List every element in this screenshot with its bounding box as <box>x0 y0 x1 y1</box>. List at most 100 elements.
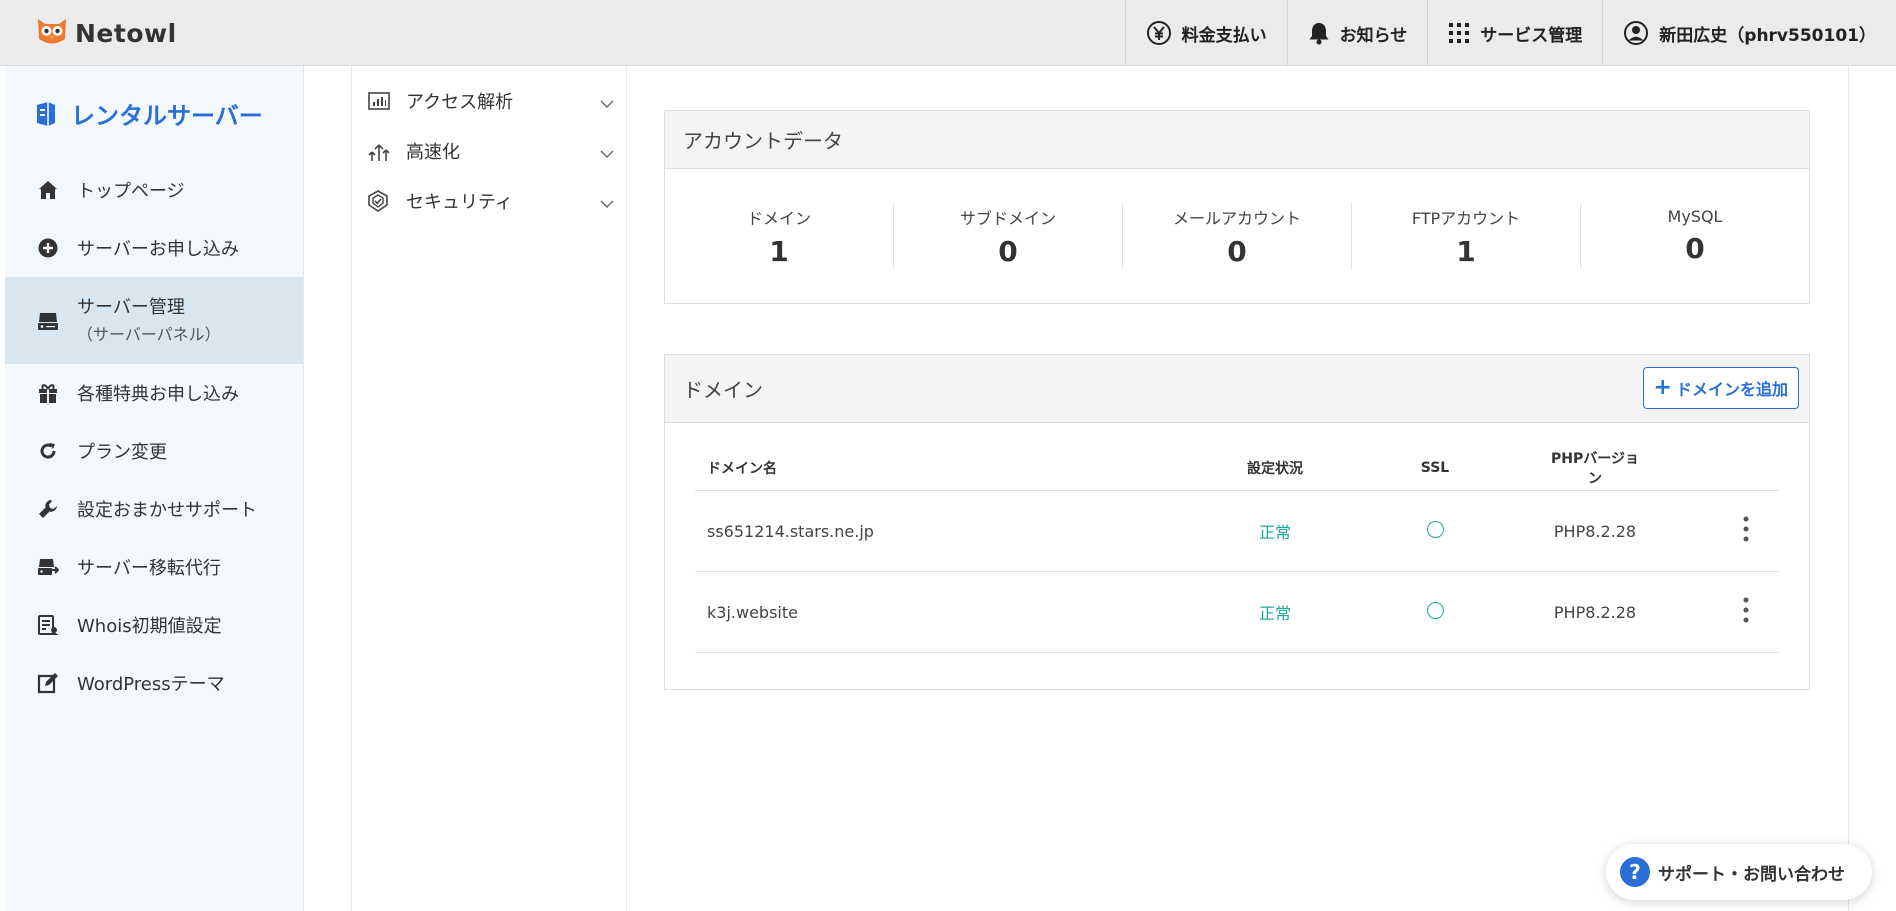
sidebar-item-server-apply[interactable]: サーバーお申し込み <box>5 219 303 277</box>
account-data-title: アカウントデータ <box>665 111 1809 169</box>
wrench-icon <box>37 498 59 520</box>
edit-icon <box>37 672 59 694</box>
stat-mysql: MySQL 0 <box>1581 203 1809 269</box>
sidebar-item-server-transfer[interactable]: サーバー移転代行 <box>5 538 303 596</box>
domain-card: ドメイン + ドメインを追加 ドメイン名 設定状況 SSL PHPバージョン s… <box>664 354 1810 690</box>
domain-card-title: ドメイン <box>683 378 763 402</box>
subnav-item-security[interactable]: セキュリティ <box>352 176 626 226</box>
domain-name[interactable]: ss651214.stars.ne.jp <box>695 522 1225 541</box>
user-menu[interactable]: 新田広史（phrv550101） <box>1602 0 1896 66</box>
subnav-item-access-analysis[interactable]: アクセス解析 <box>352 76 626 126</box>
stat-ftp-account: FTPアカウント 1 <box>1352 203 1581 269</box>
stat-value: 1 <box>1456 234 1476 268</box>
col-php: PHPバージョン <box>1551 450 1639 487</box>
sidebar-item-label: サーバーお申し込み <box>77 239 239 260</box>
plus-circle-icon <box>37 237 59 259</box>
php-version: PHP8.2.28 <box>1553 602 1637 622</box>
sidebar-item-label: 各種特典お申し込み <box>77 384 239 405</box>
question-icon: ? <box>1620 857 1650 887</box>
plus-icon: + <box>1653 375 1672 400</box>
sidebar-item-label: プラン変更 <box>77 442 167 463</box>
stat-label: メールアカウント <box>1172 208 1301 228</box>
sidebar-item-label: サーバー管理 <box>77 296 185 318</box>
sidebar-menu: トップページ サーバーお申し込み サーバー管理 （サーバーパネル） 各種特典お申… <box>5 161 303 712</box>
add-domain-button[interactable]: + ドメインを追加 <box>1642 367 1799 409</box>
sidebar-item-benefits[interactable]: 各種特典お申し込み <box>5 364 303 422</box>
stat-value: 0 <box>1227 234 1247 268</box>
subnav: アクセス解析 高速化 セキュリティ <box>351 66 627 911</box>
grid-icon <box>1448 22 1470 44</box>
rental-server-icon <box>35 101 57 127</box>
col-domain-name: ドメイン名 <box>707 460 777 477</box>
sidebar-item-sublabel: （サーバーパネル） <box>77 324 221 344</box>
stat-label: FTPアカウント <box>1411 208 1521 228</box>
gift-icon <box>37 382 59 404</box>
bell-icon <box>1308 21 1330 45</box>
subnav-item-label: 高速化 <box>406 142 460 163</box>
chevron-down-icon[interactable] <box>600 193 614 214</box>
table-header: ドメイン名 設定状況 SSL PHPバージョン <box>695 445 1779 491</box>
stat-label: ドメイン <box>746 208 811 228</box>
sidebar-item-label: 設定おまかせサポート <box>77 500 257 521</box>
chevron-down-icon[interactable] <box>600 143 614 164</box>
sidebar-item-top[interactable]: トップページ <box>5 161 303 219</box>
php-version: PHP8.2.28 <box>1553 521 1637 541</box>
subnav-item-label: アクセス解析 <box>406 92 514 113</box>
more-options-icon[interactable] <box>1743 597 1749 627</box>
stat-domain: ドメイン 1 <box>665 203 894 269</box>
sidebar-title-label: レンタルサーバー <box>71 102 263 130</box>
brand-name: Netowl <box>75 18 177 48</box>
header-nav: 料金支払い お知らせ サービス管理 新田広史（phrv550101） <box>1124 0 1896 66</box>
payment-label: 料金支払い <box>1181 25 1267 46</box>
account-data-card: アカウントデータ ドメイン 1 サブドメイン 0 メールアカウント 0 FTPア… <box>664 110 1810 304</box>
shield-icon <box>368 190 390 212</box>
domain-name[interactable]: k3j.website <box>695 603 1225 622</box>
sidebar-item-label: トップページ <box>77 181 185 202</box>
sidebar-item-setup-support[interactable]: 設定おまかせサポート <box>5 480 303 538</box>
sidebar: レンタルサーバー トップページ サーバーお申し込み サーバー管理 （サーバーパネ… <box>5 66 304 911</box>
yen-icon <box>1146 20 1172 46</box>
sidebar-item-wp-theme[interactable]: WordPressテーマ <box>5 654 303 712</box>
refresh-icon <box>37 440 59 462</box>
stat-subdomain: サブドメイン 0 <box>894 203 1123 269</box>
stat-label: サブドメイン <box>959 208 1056 228</box>
sidebar-item-plan-change[interactable]: プラン変更 <box>5 422 303 480</box>
server-transfer-icon <box>37 556 59 578</box>
owl-icon <box>35 15 69 51</box>
notice-menu[interactable]: お知らせ <box>1286 0 1428 66</box>
account-stats: ドメイン 1 サブドメイン 0 メールアカウント 0 FTPアカウント 1 My… <box>665 169 1809 303</box>
payment-menu[interactable]: 料金支払い <box>1124 0 1287 66</box>
notice-label: お知らせ <box>1339 25 1408 46</box>
stat-value: 0 <box>1685 232 1705 265</box>
service-label: サービス管理 <box>1480 25 1583 46</box>
sidebar-item-label: サーバー移転代行 <box>77 558 221 579</box>
netowl-logo[interactable]: Netowl <box>35 13 177 53</box>
stat-value: 0 <box>998 234 1018 268</box>
stat-mail-account: メールアカウント 0 <box>1123 203 1352 269</box>
ssl-ok-icon <box>1426 601 1444 619</box>
service-menu[interactable]: サービス管理 <box>1427 0 1602 66</box>
col-status: 設定状況 <box>1247 460 1303 477</box>
table-row[interactable]: ss651214.stars.ne.jp 正常 PHP8.2.28 <box>695 491 1779 572</box>
table-row[interactable]: k3j.website 正常 PHP8.2.28 <box>695 572 1779 653</box>
sidebar-title[interactable]: レンタルサーバー <box>35 96 263 131</box>
ssl-ok-icon <box>1426 520 1444 538</box>
sidebar-item-label: WordPressテーマ <box>77 674 225 695</box>
chevron-down-icon[interactable] <box>600 93 614 114</box>
domain-status: 正常 <box>1258 604 1291 623</box>
main-content: アカウントデータ ドメイン 1 サブドメイン 0 メールアカウント 0 FTPア… <box>628 66 1849 911</box>
support-label: サポート・お問い合わせ <box>1658 864 1845 885</box>
sidebar-item-whois[interactable]: Whois初期値設定 <box>5 596 303 654</box>
server-icon <box>37 310 59 332</box>
sidebar-item-server-manage[interactable]: サーバー管理 （サーバーパネル） <box>5 277 303 364</box>
subnav-item-speedup[interactable]: 高速化 <box>352 126 626 176</box>
subnav-item-label: セキュリティ <box>406 192 513 213</box>
whois-icon <box>37 614 59 636</box>
top-header: Netowl 料金支払い お知らせ サービス管理 新田広史（phrv550101… <box>0 0 1896 66</box>
domain-status: 正常 <box>1258 523 1291 542</box>
more-options-icon[interactable] <box>1743 516 1749 546</box>
user-label: 新田広史（phrv550101） <box>1659 25 1876 46</box>
col-ssl: SSL <box>1420 459 1450 476</box>
support-button[interactable]: ? サポート・お問い合わせ <box>1606 844 1872 900</box>
chart-icon <box>368 92 390 110</box>
